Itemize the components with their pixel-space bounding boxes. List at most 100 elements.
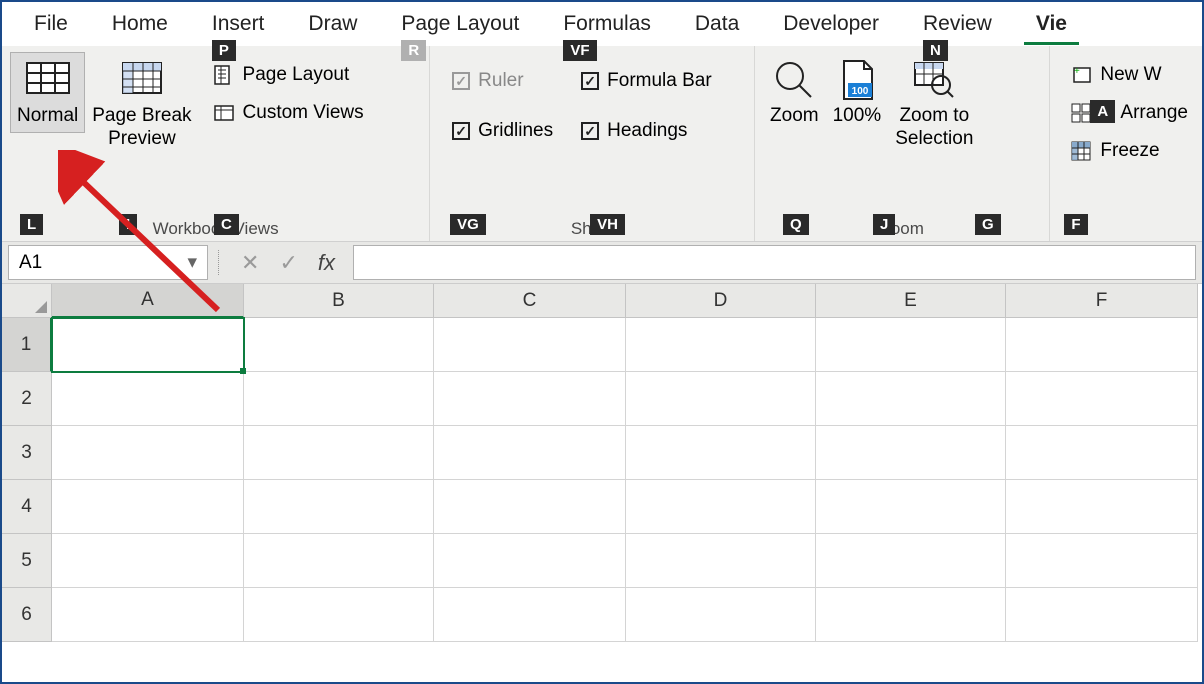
freeze-label: Freeze xyxy=(1100,140,1159,162)
page-break-label1: Page Break xyxy=(92,105,191,128)
zoom-sel-label2: Selection xyxy=(895,128,973,151)
cell-D5[interactable] xyxy=(626,534,816,588)
freeze-icon xyxy=(1070,140,1092,162)
tab-formulas-label: Formulas xyxy=(563,12,651,35)
cell-C5[interactable] xyxy=(434,534,626,588)
cell-C4[interactable] xyxy=(434,480,626,534)
cell-E2[interactable] xyxy=(816,372,1006,426)
cell-E6[interactable] xyxy=(816,588,1006,642)
column-header-B[interactable]: B xyxy=(244,284,434,318)
name-box-value: A1 xyxy=(19,252,42,274)
row-header-1[interactable]: 1 xyxy=(2,318,52,372)
tab-view[interactable]: Vie xyxy=(1014,4,1089,44)
page-layout-button[interactable]: Page Layout xyxy=(207,60,370,90)
normal-label: Normal xyxy=(17,105,78,128)
arrange-label: Arrange xyxy=(1120,102,1188,124)
cell-A1[interactable] xyxy=(52,318,244,372)
cancel-icon: ✕ xyxy=(241,250,259,276)
column-header-D[interactable]: D xyxy=(626,284,816,318)
cell-E4[interactable] xyxy=(816,480,1006,534)
fx-icon[interactable]: fx xyxy=(318,250,335,276)
zoom-button[interactable]: Zoom xyxy=(763,52,826,156)
cell-B4[interactable] xyxy=(244,480,434,534)
ruler-checkbox: ✓ Ruler xyxy=(452,66,553,96)
cell-C1[interactable] xyxy=(434,318,626,372)
cell-A4[interactable] xyxy=(52,480,244,534)
row-header-5[interactable]: 5 xyxy=(2,534,52,588)
formula-bar-label: Formula Bar xyxy=(607,70,712,92)
cell-A5[interactable] xyxy=(52,534,244,588)
tab-page-layout[interactable]: Page Layout R xyxy=(379,4,541,44)
zoom-selection-button[interactable]: Zoom to Selection xyxy=(888,52,980,156)
cell-D4[interactable] xyxy=(626,480,816,534)
row-header-2[interactable]: 2 xyxy=(2,372,52,426)
cell-E1[interactable] xyxy=(816,318,1006,372)
cell-E3[interactable] xyxy=(816,426,1006,480)
custom-views-label: Custom Views xyxy=(243,102,364,124)
keytip-page-break: I xyxy=(119,214,137,235)
cell-F2[interactable] xyxy=(1006,372,1198,426)
keytip-zoom: Q xyxy=(783,214,809,235)
cell-B3[interactable] xyxy=(244,426,434,480)
cell-D6[interactable] xyxy=(626,588,816,642)
tab-review[interactable]: Review N xyxy=(901,4,1014,44)
svg-text:+: + xyxy=(1074,66,1080,77)
zoom-100-button[interactable]: 100 100% xyxy=(826,52,889,156)
tab-page-layout-label: Page Layout xyxy=(401,12,519,35)
normal-view-button[interactable]: Normal xyxy=(10,52,85,133)
freeze-panes-button[interactable]: Freeze xyxy=(1064,136,1194,166)
tab-formulas[interactable]: Formulas VF xyxy=(541,4,673,44)
cell-D1[interactable] xyxy=(626,318,816,372)
tab-developer[interactable]: Developer xyxy=(761,4,901,44)
formula-input[interactable] xyxy=(353,245,1196,280)
cell-D3[interactable] xyxy=(626,426,816,480)
keytip-freeze: F xyxy=(1064,214,1087,235)
tab-home[interactable]: Home xyxy=(90,4,190,44)
cell-F5[interactable] xyxy=(1006,534,1198,588)
arrange-all-button[interactable]: A Arrange xyxy=(1064,98,1194,128)
cell-F4[interactable] xyxy=(1006,480,1198,534)
select-all-corner[interactable] xyxy=(2,284,52,318)
row-header-4[interactable]: 4 xyxy=(2,480,52,534)
dropdown-icon[interactable]: ▾ xyxy=(187,251,197,274)
cell-A3[interactable] xyxy=(52,426,244,480)
cell-F1[interactable] xyxy=(1006,318,1198,372)
column-header-F[interactable]: F xyxy=(1006,284,1198,318)
page-break-preview-button[interactable]: Page Break Preview xyxy=(85,52,198,156)
new-window-button[interactable]: + New W xyxy=(1064,60,1194,90)
cell-A2[interactable] xyxy=(52,372,244,426)
cell-C2[interactable] xyxy=(434,372,626,426)
name-box[interactable]: A1 ▾ xyxy=(8,245,208,280)
zoom-100-label: 100% xyxy=(833,105,882,128)
tab-insert[interactable]: Insert P xyxy=(190,4,287,44)
row-header-6[interactable]: 6 xyxy=(2,588,52,642)
tab-draw[interactable]: Draw xyxy=(286,4,379,44)
cell-F6[interactable] xyxy=(1006,588,1198,642)
headings-checkbox[interactable]: ✓ Headings xyxy=(581,116,712,146)
cell-C6[interactable] xyxy=(434,588,626,642)
row-header-3[interactable]: 3 xyxy=(2,426,52,480)
tab-file[interactable]: File xyxy=(12,4,90,44)
cell-D2[interactable] xyxy=(626,372,816,426)
cell-C3[interactable] xyxy=(434,426,626,480)
gridlines-checkbox[interactable]: ✓ Gridlines xyxy=(452,116,553,146)
zoom-selection-icon xyxy=(911,57,957,103)
custom-views-button[interactable]: Custom Views xyxy=(207,98,370,128)
cell-A6[interactable] xyxy=(52,588,244,642)
cell-B5[interactable] xyxy=(244,534,434,588)
cell-B6[interactable] xyxy=(244,588,434,642)
cell-B1[interactable] xyxy=(244,318,434,372)
cell-B2[interactable] xyxy=(244,372,434,426)
new-window-label: New W xyxy=(1100,64,1161,86)
zoom-label: Zoom xyxy=(770,105,819,128)
formula-bar-checkbox[interactable]: ✓ Formula Bar xyxy=(581,66,712,96)
keytip-page-layout: R xyxy=(401,40,426,61)
tab-data[interactable]: Data xyxy=(673,4,761,44)
cell-F3[interactable] xyxy=(1006,426,1198,480)
headings-label: Headings xyxy=(607,120,687,142)
zoom-sel-label1: Zoom to xyxy=(899,105,969,128)
column-header-A[interactable]: A xyxy=(52,284,244,318)
column-header-C[interactable]: C xyxy=(434,284,626,318)
cell-E5[interactable] xyxy=(816,534,1006,588)
column-header-E[interactable]: E xyxy=(816,284,1006,318)
